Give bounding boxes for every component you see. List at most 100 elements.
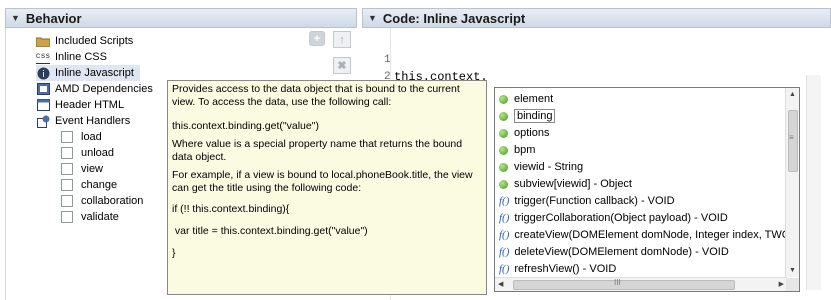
tooltip-text: var title = this.context.binding.get("va… — [172, 225, 368, 237]
property-icon — [499, 179, 508, 189]
up-arrow-icon: ↑ — [339, 33, 345, 46]
svg-text:i: i — [42, 70, 45, 80]
event-checkbox-load[interactable]: load — [61, 129, 102, 145]
tree-item-label: Inline CSS — [55, 51, 107, 63]
checkbox[interactable] — [61, 147, 73, 159]
property-icon — [499, 94, 508, 104]
documentation-tooltip: Provides access to the data object that … — [167, 80, 487, 295]
event-checkbox-change[interactable]: change — [61, 177, 117, 193]
tooltip-text: } — [172, 247, 176, 259]
tooltip-text: if (!! this.context.binding){ — [172, 203, 290, 215]
scroll-thumb[interactable]: ≡ — [788, 110, 798, 172]
scroll-left-icon[interactable]: ◀ — [498, 280, 503, 288]
item-label: options — [514, 127, 550, 139]
tree-item-amd-dependencies[interactable]: AMD Dependencies — [36, 81, 153, 97]
autocomplete-item-trigger[interactable]: f() trigger(Function callback) - VOID — [499, 193, 675, 209]
remove-button[interactable]: ✖ — [333, 57, 351, 74]
event-label: change — [81, 179, 118, 191]
item-label: deleteView(DOMElement domNode) - VOID — [514, 246, 729, 258]
tooltip-text: Provides access to the data object that … — [172, 83, 460, 108]
code-header[interactable]: ▼ Code: Inline Javascript — [362, 8, 831, 28]
checkbox[interactable] — [61, 211, 73, 223]
autocomplete-item-bpm[interactable]: bpm — [499, 142, 535, 158]
property-icon — [499, 145, 508, 155]
event-label: unload — [81, 147, 115, 159]
checkbox[interactable] — [61, 179, 73, 191]
tree-item-label: Inline Javascript — [55, 67, 134, 79]
autocomplete-item-refresh-view[interactable]: f() refreshView() - VOID — [499, 261, 616, 277]
checkbox[interactable] — [61, 163, 73, 175]
item-label: trigger(Function callback) - VOID — [514, 195, 675, 207]
horizontal-scrollbar[interactable]: ◀ III ▶ — [495, 277, 787, 291]
tooltip-text: For example, if a view is bound to local… — [172, 169, 473, 194]
item-label: createView(DOMElement domNode, Integer i… — [514, 229, 796, 241]
behavior-header[interactable]: ▼ Behavior — [5, 8, 357, 28]
code-title: Code: Inline Javascript — [382, 10, 526, 26]
vertical-scrollbar[interactable]: ▲ ≡ ▼ — [785, 88, 799, 277]
tooltip-text: Where value is a special property name t… — [172, 138, 463, 163]
tree-item-event-handlers[interactable]: Event Handlers — [36, 113, 130, 129]
css-icon: css — [36, 50, 50, 64]
event-handlers-icon — [36, 115, 50, 128]
tree-item-included-scripts[interactable]: Included Scripts — [36, 33, 133, 49]
collapse-triangle-icon[interactable]: ▼ — [368, 13, 377, 23]
tree-item-inline-css[interactable]: css Inline CSS — [36, 49, 107, 65]
grip-icon: ≡ — [789, 133, 794, 142]
item-label: binding — [514, 109, 556, 123]
checkbox[interactable] — [61, 131, 73, 143]
event-label: view — [81, 163, 104, 175]
function-icon: f() — [499, 229, 510, 241]
collapse-triangle-icon[interactable]: ▼ — [11, 13, 20, 23]
editor-scrollbar[interactable] — [806, 75, 821, 290]
checkbox[interactable] — [61, 195, 73, 207]
event-label: validate — [81, 211, 119, 223]
scroll-thumb[interactable]: III — [513, 278, 735, 290]
tree-item-label: AMD Dependencies — [55, 83, 153, 95]
behavior-title: Behavior — [25, 10, 82, 26]
event-checkbox-unload[interactable]: unload — [61, 145, 114, 161]
tree-item-label: Header HTML — [55, 99, 125, 111]
tree-item-label: Event Handlers — [55, 115, 131, 127]
autocomplete-item-create-view[interactable]: f() createView(DOMElement domNode, Intege… — [499, 227, 796, 243]
line-number: 1 — [384, 54, 391, 66]
item-label: subview[viewid] - Object — [514, 178, 632, 190]
scroll-up-icon[interactable]: ▲ — [789, 91, 796, 98]
html-icon — [36, 99, 50, 112]
event-label: load — [81, 131, 102, 143]
item-label: triggerCollaboration(Object payload) - V… — [514, 212, 728, 224]
autocomplete-item-subview[interactable]: subview[viewid] - Object — [499, 176, 632, 192]
item-label: element — [514, 93, 554, 105]
tree-item-inline-javascript[interactable]: i Inline Javascript — [36, 65, 140, 81]
autocomplete-item-delete-view[interactable]: f() deleteView(DOMElement domNode) - VOID — [499, 244, 729, 260]
function-icon: f() — [499, 246, 510, 258]
scroll-right-icon[interactable]: ▶ — [779, 280, 784, 288]
autocomplete-item-trigger-collaboration[interactable]: f() triggerCollaboration(Object payload) … — [499, 210, 728, 226]
folder-icon — [36, 35, 50, 48]
event-label: collaboration — [81, 195, 144, 207]
property-icon — [499, 128, 508, 138]
scroll-down-icon[interactable]: ▼ — [789, 267, 796, 274]
autocomplete-item-binding[interactable]: binding — [499, 108, 556, 124]
item-label: viewid - String — [514, 161, 584, 173]
javascript-icon: i — [36, 67, 50, 80]
event-checkbox-collaboration[interactable]: collaboration — [61, 193, 143, 209]
event-checkbox-validate[interactable]: validate — [61, 209, 119, 225]
autocomplete-item-options[interactable]: options — [499, 125, 549, 141]
plus-icon: + — [313, 32, 321, 45]
item-label: bpm — [514, 144, 536, 156]
add-button[interactable]: + — [309, 31, 325, 46]
autocomplete-item-viewid[interactable]: viewid - String — [499, 159, 583, 175]
tree-item-label: Included Scripts — [55, 35, 134, 47]
move-up-button[interactable]: ↑ — [333, 31, 351, 48]
close-icon: ✖ — [337, 60, 347, 72]
amd-icon — [36, 83, 50, 96]
autocomplete-list[interactable]: element binding options bpm viewid - Str… — [494, 87, 800, 292]
tooltip-text: this.context.binding.get("value") — [172, 120, 319, 132]
event-checkbox-view[interactable]: view — [61, 161, 103, 177]
grip-icon: III — [614, 278, 621, 287]
autocomplete-item-element[interactable]: element — [499, 91, 553, 107]
property-icon — [499, 162, 508, 172]
tree-item-header-html[interactable]: Header HTML — [36, 97, 124, 113]
function-icon: f() — [499, 263, 510, 275]
function-icon: f() — [499, 195, 510, 207]
